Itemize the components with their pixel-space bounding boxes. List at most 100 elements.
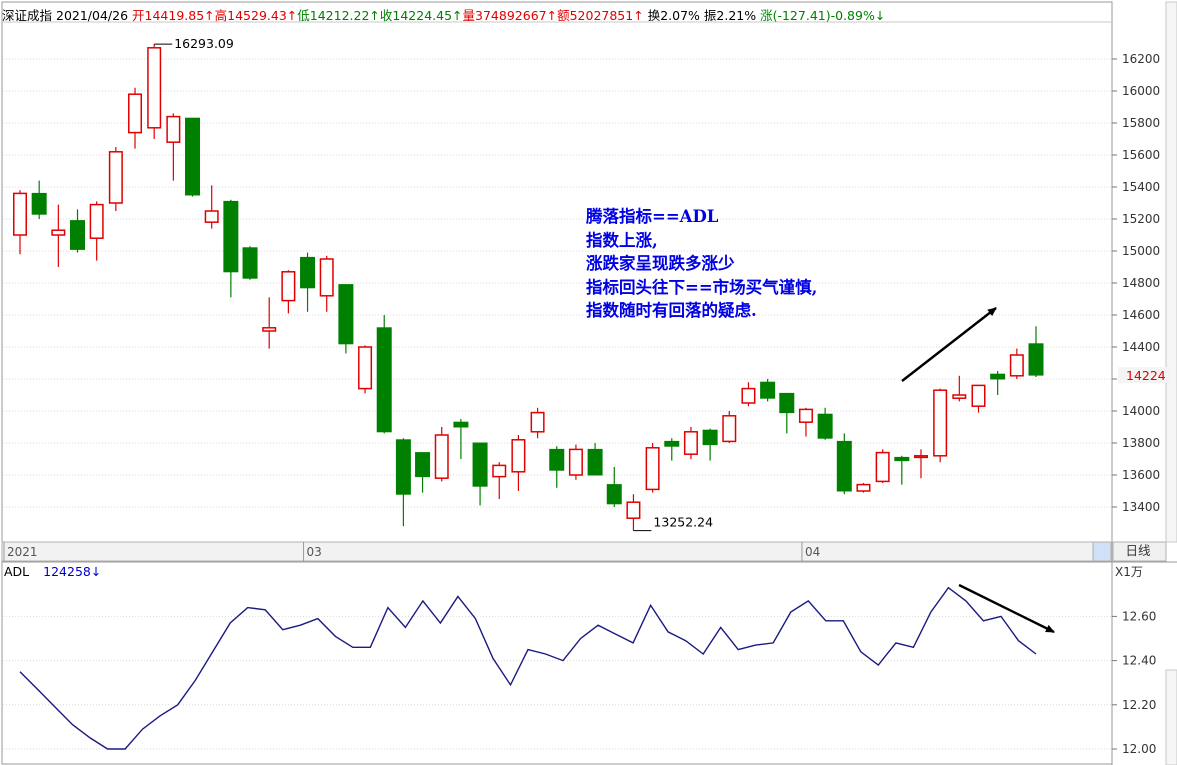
candle [626, 494, 641, 531]
candle [434, 427, 449, 482]
candle [376, 315, 392, 434]
candle [108, 147, 123, 211]
price-tick-label: 15800 [1122, 116, 1160, 130]
candle [70, 209, 86, 253]
adl-grid [3, 615, 1112, 750]
candle-body [798, 408, 813, 423]
adl-line [19, 586, 1037, 750]
quote-date: 2021/04/26 [56, 8, 129, 23]
price-tick-label: 15400 [1122, 180, 1160, 194]
price-tick-label: 16000 [1122, 84, 1160, 98]
candle [395, 438, 411, 527]
price-tick-label: 16200 [1122, 52, 1160, 66]
adl-header: ADL 124258↓ [4, 564, 101, 579]
price-tick-label: 15200 [1122, 212, 1160, 226]
candle [683, 427, 698, 459]
adl-tick-label: 12.40 [1122, 654, 1156, 668]
candle [358, 345, 373, 394]
candle [204, 185, 219, 229]
candle-body [626, 501, 641, 519]
min-price-label: 13252.24 [653, 515, 713, 530]
candle-body [434, 434, 449, 479]
price-tick-label: 14000 [1122, 404, 1160, 418]
candle-body [492, 464, 507, 478]
annotation-line: 指数上涨, [586, 230, 658, 250]
candle-body [645, 447, 660, 491]
date-tick-label: 2021 [7, 545, 38, 559]
candle-body [760, 381, 776, 399]
candle-body [664, 440, 680, 447]
candle [798, 407, 813, 437]
candle-body [683, 431, 698, 455]
candle-body [223, 200, 239, 273]
candle-body [358, 346, 373, 390]
candle [913, 449, 928, 479]
quote-low: 低14212.22↑ [297, 8, 380, 23]
annotation-line: 指标回头往下==市场买气谨慎, [586, 277, 818, 297]
price-tick-label: 14600 [1122, 308, 1160, 322]
candle [568, 444, 583, 480]
adl-tick-label: 12.20 [1122, 698, 1156, 712]
adl-tick-label: 12.00 [1122, 742, 1156, 756]
candle-body [741, 387, 756, 404]
candle-body [51, 229, 66, 236]
candle [741, 382, 756, 407]
quote-volume: 量374892667↑ [462, 8, 558, 23]
candle [894, 455, 910, 485]
quote-header: 深证成指 2021/04/26 开14419.85↑高14529.43↑低142… [2, 5, 885, 24]
candle-body [990, 373, 1006, 380]
side-panel [1165, 1, 1177, 543]
candle [511, 435, 526, 491]
max-price-label: 16293.09 [174, 36, 234, 51]
period-tab[interactable]: 日线 [1112, 542, 1164, 560]
annotation-line: 涨跌家呈现跌多涨少 [586, 254, 735, 273]
candle [587, 443, 603, 476]
candle [875, 449, 890, 483]
ratio-label: X1万 [1115, 565, 1143, 579]
candle-body [1028, 343, 1044, 376]
candle-body [204, 210, 219, 223]
quote-turnover: 换2.07% [647, 8, 700, 23]
candle [760, 379, 776, 402]
candle-body [779, 392, 795, 414]
candle [645, 443, 660, 493]
price-tick-label: 15000 [1122, 244, 1160, 258]
candle-body [568, 448, 583, 476]
candle [702, 428, 718, 461]
candle-body [31, 192, 47, 215]
candle-body [166, 115, 181, 143]
candle-body [587, 448, 603, 476]
candle [185, 117, 201, 197]
adl-label: ADL [4, 564, 30, 579]
scroll-thumb [1092, 541, 1112, 562]
candle [51, 204, 66, 267]
candle [530, 407, 545, 439]
candle [415, 452, 431, 493]
candle-body [415, 452, 431, 478]
adl-tick-label: 12.60 [1122, 609, 1156, 623]
kline-chart: 1340013600138001400014200144001460014800… [1, 1, 1177, 765]
candle [549, 446, 565, 488]
candle-body [89, 203, 104, 239]
quote-change: 涨(-127.41)-0.89%↓ [760, 8, 886, 23]
annotation-line: 腾落指标==ADL [586, 207, 719, 226]
candle-body [281, 271, 296, 302]
candle [453, 419, 469, 459]
candle [147, 44, 162, 139]
candle-body [319, 258, 334, 297]
candle [952, 375, 967, 402]
price-tick-label: 15600 [1122, 148, 1160, 162]
date-tick-label: 03 [307, 545, 322, 559]
candle [166, 113, 181, 181]
quote-high: 高14529.43↑ [214, 8, 298, 23]
price-tick-label: 14800 [1122, 276, 1160, 290]
adl-line-group [19, 586, 1037, 750]
candle [319, 255, 334, 312]
candle [1028, 326, 1044, 378]
candle [779, 392, 795, 434]
candle-body [549, 448, 565, 471]
candle-body [702, 429, 718, 446]
candle-body [376, 327, 392, 433]
last-price-label: 14224 [1126, 368, 1166, 383]
adl-axis: 12.00 12.20 12.40 12.60 [1112, 609, 1156, 756]
